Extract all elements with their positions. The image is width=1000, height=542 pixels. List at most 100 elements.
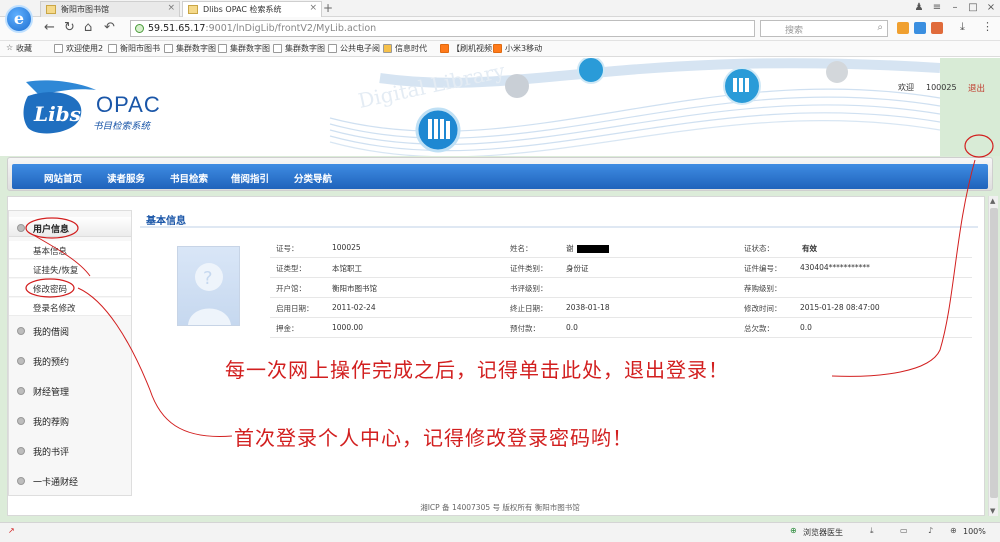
- field-value: 本馆职工: [332, 264, 362, 273]
- bullet-icon: [17, 327, 25, 335]
- scroll-up-icon[interactable]: ▲: [990, 197, 995, 205]
- favorite-label: 公共电子阅: [340, 44, 380, 53]
- brand-title: OPAC: [96, 92, 161, 117]
- field-label: 姓名：: [510, 244, 533, 253]
- bullet-icon: [17, 387, 25, 395]
- download-icon[interactable]: ⤓: [960, 20, 965, 34]
- nav-borrowing-guide[interactable]: 借阅指引: [231, 171, 269, 185]
- main-nav: 网站首页 读者服务 书目检索 借阅指引 分类导航: [7, 157, 993, 191]
- favorite-link[interactable]: 集群数字图: [273, 43, 325, 54]
- nav-home[interactable]: 网站首页: [44, 171, 82, 185]
- nav-catalog-search[interactable]: 书目检索: [170, 171, 208, 185]
- favorite-link[interactable]: 集群数字图: [218, 43, 270, 54]
- sidebar-item-change-password[interactable]: 修改密码: [9, 279, 131, 297]
- page-scrollbar[interactable]: ▲ ▼: [988, 196, 998, 516]
- feedback-icon[interactable]: ↗: [8, 526, 15, 535]
- field-value: 谢: [566, 244, 574, 253]
- favorites-menu[interactable]: ☆ 收藏: [6, 43, 32, 54]
- sidebar-group-card-finance[interactable]: 一卡通财经: [9, 470, 131, 490]
- field-label: 证类型：: [276, 264, 306, 273]
- favorite-label: 衡阳市图书: [120, 44, 160, 53]
- extension-icon[interactable]: [931, 22, 943, 34]
- zoom-level[interactable]: 100%: [963, 527, 986, 536]
- close-tab-icon[interactable]: ×: [309, 3, 317, 13]
- info-row: 开户馆： 衡阳市图书馆 书评级别： 荐购级别：: [270, 278, 972, 298]
- favorite-link[interactable]: 欢迎使用2: [54, 43, 103, 54]
- logout-link[interactable]: 退出: [968, 82, 985, 94]
- info-row: 押金： 1000.00 预付款： 0.0 总欠款： 0.0: [270, 318, 972, 338]
- screen-icon[interactable]: ▭: [900, 526, 908, 535]
- favorite-link[interactable]: 信息时代: [383, 43, 427, 54]
- url-host: 59.51.65.17: [148, 23, 206, 34]
- search-icon[interactable]: ⌕: [877, 22, 883, 33]
- field-label: 荐购级别：: [744, 284, 782, 293]
- sidebar-group-user-info[interactable]: 用户信息: [9, 217, 131, 237]
- new-tab-icon[interactable]: +: [323, 1, 333, 15]
- tab-library-home[interactable]: 衡阳市图书馆 ×: [40, 1, 180, 17]
- info-row: 证号： 100025 姓名： 谢 证状态： 有效: [270, 238, 972, 258]
- sidebar-item-card-loss[interactable]: 证挂失/恢复: [9, 260, 131, 278]
- welcome-label: 欢迎: [898, 83, 914, 92]
- field-label: 开户馆：: [276, 284, 306, 293]
- field-value: 身份证: [566, 264, 589, 273]
- status-badge: 有效: [802, 244, 817, 253]
- tab-title: 衡阳市图书馆: [61, 5, 109, 14]
- sidebar-group-reviews[interactable]: 我的书评: [9, 440, 131, 460]
- menu-icon[interactable]: ≡: [928, 0, 946, 17]
- sidebar-group-recommendations[interactable]: 我的荐购: [9, 410, 131, 430]
- close-tab-icon[interactable]: ×: [167, 3, 175, 13]
- favorite-link[interactable]: 小米3移动: [493, 43, 542, 54]
- search-input[interactable]: 搜索 ⌕: [760, 20, 888, 37]
- favorite-link[interactable]: 公共电子阅: [328, 43, 380, 54]
- mi-icon: [440, 44, 449, 53]
- apps-icon[interactable]: [897, 22, 909, 34]
- nav-bar-inner: 网站首页 读者服务 书目检索 借阅指引 分类导航: [12, 164, 988, 189]
- field-value: 0.0: [566, 323, 578, 332]
- field-label: 启用日期：: [276, 304, 314, 313]
- field-label: 证件类别：: [510, 264, 548, 273]
- bullet-icon: [17, 447, 25, 455]
- favorite-label: 信息时代: [395, 44, 427, 53]
- refresh-icon[interactable]: ↻: [64, 20, 75, 35]
- site-header: Digital Library Libs OPAC 书目检索系统: [0, 58, 1000, 156]
- field-label: 终止日期：: [510, 304, 548, 313]
- redaction-box: [576, 245, 609, 253]
- browser-tabbar: 衡阳市图书馆 × Dlibs OPAC 检索系统 × + ♟ ≡ – □ ×: [0, 0, 1000, 17]
- sidebar-item-change-login[interactable]: 登录名修改: [9, 298, 131, 316]
- minimize-icon[interactable]: –: [946, 0, 964, 17]
- address-bar[interactable]: 59.51.65.17:9001/lnDigLib/frontV2/MyLib.…: [130, 20, 755, 37]
- download-manager-icon[interactable]: ⤓: [870, 526, 874, 536]
- field-value: 2038-01-18: [566, 303, 610, 312]
- back-icon[interactable]: ←: [44, 20, 55, 35]
- screenshot-icon[interactable]: [914, 22, 926, 34]
- bullet-icon: [17, 417, 25, 425]
- favorite-link[interactable]: 衡阳市图书: [108, 43, 160, 54]
- sidebar-group-reservations[interactable]: 我的预约: [9, 350, 131, 370]
- nav-reader-services[interactable]: 读者服务: [107, 171, 145, 185]
- tab-opac[interactable]: Dlibs OPAC 检索系统 ×: [182, 1, 322, 17]
- scroll-thumb[interactable]: [990, 208, 998, 498]
- close-window-icon[interactable]: ×: [982, 0, 1000, 17]
- shirt-icon[interactable]: ♟: [910, 0, 928, 17]
- browser-logo-icon[interactable]: e: [5, 5, 33, 33]
- home-icon[interactable]: ⌂: [84, 20, 92, 35]
- favorite-label: 【刷机视频: [452, 44, 492, 53]
- maximize-icon[interactable]: □: [964, 0, 982, 17]
- favorite-link[interactable]: 集群数字图: [164, 43, 216, 54]
- undo-icon[interactable]: ↶: [104, 20, 115, 35]
- sidebar-group-finance[interactable]: 财经管理: [9, 380, 131, 400]
- page-icon: [164, 44, 173, 53]
- favorite-link[interactable]: 【刷机视频: [440, 43, 492, 54]
- sound-icon[interactable]: ♪: [928, 526, 933, 535]
- browser-doctor-link[interactable]: 浏览器医生: [803, 527, 843, 538]
- search-placeholder: 搜索: [785, 26, 804, 36]
- page-icon: [54, 44, 63, 53]
- nav-category-browse[interactable]: 分类导航: [294, 171, 332, 185]
- more-icon[interactable]: ⋮: [982, 20, 993, 33]
- sidebar-group-borrowing[interactable]: 我的借阅: [9, 320, 131, 340]
- favorite-label: 欢迎使用2: [66, 44, 104, 53]
- field-value: 2015-01-28 08:47:00: [800, 303, 880, 312]
- sidebar-item-basic-info[interactable]: 基本信息: [9, 241, 131, 259]
- user-sidebar: 用户信息 基本信息 证挂失/恢复 修改密码 登录名修改 我的借阅 我的预约 财经…: [8, 210, 132, 496]
- field-label: 总欠款：: [744, 324, 774, 333]
